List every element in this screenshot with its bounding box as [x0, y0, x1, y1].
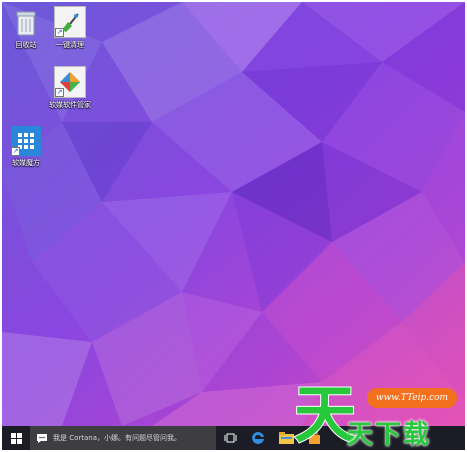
site-watermark: 天 www.TTeip.com 天下载 [292, 374, 465, 450]
desktop-icon-label: 一键清理 [56, 41, 84, 49]
desktop-icon-label: 软媒软件管家 [49, 101, 91, 109]
cube-app-icon: ↗ [11, 126, 41, 156]
task-view-button[interactable] [216, 426, 244, 450]
desktop-icon-label: 软媒魔方 [12, 159, 40, 167]
cortana-chat-icon [37, 433, 47, 443]
software-manager-icon: ↗ [54, 66, 86, 98]
search-placeholder: 我是 Cortana，小娜。有问题尽管问我。 [53, 434, 182, 442]
desktop-icon-software-manager[interactable]: ↗ 软媒软件管家 [42, 66, 98, 110]
desktop-icon-one-click-clean[interactable]: ↗ 一键清理 [42, 6, 98, 50]
shortcut-arrow-icon: ↗ [11, 147, 20, 156]
recycle-bin-icon [11, 8, 41, 38]
desktop-icon-label: 回收站 [15, 41, 37, 49]
cortana-search-box[interactable]: 我是 Cortana，小娜。有问题尽管问我。 [30, 426, 216, 450]
task-view-icon [224, 433, 236, 443]
screen: 回收站 ↗ 一键清理 ↗ 软媒软件管家 ↗ 软媒魔方 我是 Cortana，小娜… [2, 2, 465, 450]
start-button[interactable] [2, 426, 30, 450]
edge-button[interactable] [244, 426, 272, 450]
shortcut-arrow-icon: ↗ [55, 88, 64, 97]
desktop-icon-cube-app[interactable]: ↗ 软媒魔方 [2, 126, 54, 168]
watermark-url: www.TTeip.com [367, 388, 457, 408]
edge-icon [252, 431, 264, 444]
shortcut-arrow-icon: ↗ [55, 28, 64, 37]
watermark-name: 天下载 [347, 420, 432, 450]
broom-icon: ↗ [54, 6, 86, 38]
start-icon [10, 432, 22, 444]
